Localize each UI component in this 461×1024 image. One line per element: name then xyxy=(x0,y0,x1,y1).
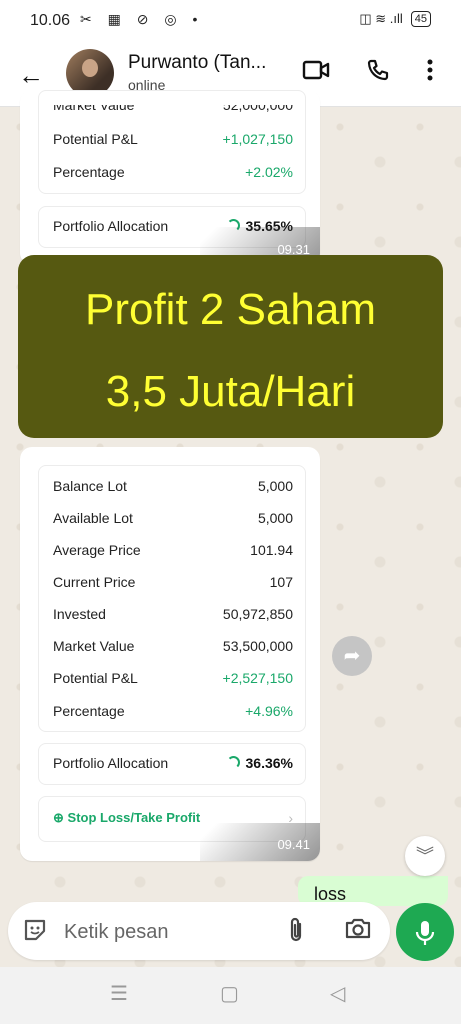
sticker-icon[interactable] xyxy=(22,917,48,950)
status-time: 10.06 xyxy=(30,12,71,29)
recents-icon[interactable]: ☰ xyxy=(110,981,128,1006)
portfolio-stats-card: Market Value 52,000,000 Potential P&L +1… xyxy=(38,90,306,194)
row-label: Current Price xyxy=(53,574,136,590)
forward-icon[interactable]: ➦ xyxy=(332,636,372,676)
scroll-down-icon[interactable]: ︾ xyxy=(405,836,445,876)
row-label: Potential P&L xyxy=(53,131,138,147)
row-value: 52,000,000 xyxy=(222,97,293,113)
row-label: Average Price xyxy=(53,542,141,558)
notification-icons: ✂ ▦ ⊘ ◎ • xyxy=(80,11,204,27)
row-value: +4.96% xyxy=(245,703,293,719)
row-value: +2.02% xyxy=(245,164,293,180)
table-row: Potential P&L +1,027,150 xyxy=(53,131,293,151)
row-value: 50,972,850 xyxy=(222,606,293,622)
table-row: Available Lot 5,000 xyxy=(53,510,293,530)
table-row: Market Value 52,000,000 xyxy=(53,97,293,117)
table-row: Potential P&L +2,527,150 xyxy=(53,670,293,690)
message-image-portfolio-2[interactable]: Balance Lot 5,000 Available Lot 5,000 Av… xyxy=(20,447,320,861)
promo-banner: Profit 2 Saham 3,5 Juta/Hari xyxy=(18,255,443,438)
row-value: 107 xyxy=(269,574,293,590)
row-value: +2,527,150 xyxy=(222,670,293,686)
more-vert-icon[interactable] xyxy=(426,58,434,89)
contact-name[interactable]: Purwanto (Tan... xyxy=(128,52,266,74)
row-label: Percentage xyxy=(53,703,125,719)
portfolio-stats-card: Balance Lot 5,000 Available Lot 5,000 Av… xyxy=(38,465,306,732)
video-call-icon[interactable] xyxy=(302,58,330,89)
row-label: Invested xyxy=(53,606,106,622)
allocation-value: 36.36% xyxy=(226,755,293,771)
row-label: Available Lot xyxy=(53,510,133,526)
mic-icon[interactable] xyxy=(396,903,454,961)
attach-icon[interactable] xyxy=(286,916,306,951)
row-label: Balance Lot xyxy=(53,478,127,494)
table-row: Percentage +4.96% xyxy=(53,703,293,723)
table-row: Market Value 53,500,000 xyxy=(53,638,293,658)
row-label: Market Value xyxy=(53,97,135,113)
table-row: Percentage +2.02% xyxy=(53,164,293,184)
table-row: Invested 50,972,850 xyxy=(53,606,293,626)
camera-icon[interactable] xyxy=(344,916,372,946)
stop-loss-label: ⊕ Stop Loss/Take Profit xyxy=(53,810,201,825)
system-nav-bar: ☰ ▢ ◁ xyxy=(0,967,461,1024)
row-value: +1,027,150 xyxy=(222,131,293,147)
table-row: Balance Lot 5,000 xyxy=(53,478,293,498)
banner-line-2: 3,5 Juta/Hari xyxy=(105,367,356,416)
allocation-row: Portfolio Allocation 36.36% xyxy=(53,755,293,775)
status-right: ◫ ≋ .ıll 45 xyxy=(359,11,431,27)
table-row: Current Price 107 xyxy=(53,574,293,594)
banner-line-1: Profit 2 Saham xyxy=(84,285,377,334)
row-label: Percentage xyxy=(53,164,125,180)
row-value: 53,500,000 xyxy=(222,638,293,654)
signal-icons: ◫ ≋ .ıll xyxy=(359,11,403,26)
allocation-label: Portfolio Allocation xyxy=(53,218,169,234)
portfolio-allocation-card: Portfolio Allocation 36.36% xyxy=(38,743,306,785)
home-icon[interactable]: ▢ xyxy=(220,981,239,1006)
message-composer xyxy=(8,902,390,960)
plus-circle-icon: ⊕ xyxy=(53,810,64,825)
allocation-label: Portfolio Allocation xyxy=(53,755,169,771)
status-bar: 10.06 ✂ ▦ ⊘ ◎ • ◫ ≋ .ıll 45 xyxy=(0,0,461,44)
message-time: 09.41 xyxy=(277,837,310,852)
row-label: Market Value xyxy=(53,638,135,654)
message-input[interactable] xyxy=(62,916,276,948)
row-value: 5,000 xyxy=(257,510,293,526)
phone-icon[interactable] xyxy=(366,58,390,89)
message-image-portfolio-1[interactable]: Market Value 52,000,000 Potential P&L +1… xyxy=(20,90,320,265)
row-value: 5,000 xyxy=(257,478,293,494)
back-arrow-icon[interactable]: ← xyxy=(18,60,44,91)
back-nav-icon[interactable]: ◁ xyxy=(330,981,345,1006)
battery-icon: 45 xyxy=(410,11,431,27)
row-label: Potential P&L xyxy=(53,670,138,686)
allocation-ring-icon xyxy=(226,756,240,769)
row-value: 101.94 xyxy=(250,542,293,558)
table-row: Average Price 101.94 xyxy=(53,542,293,562)
